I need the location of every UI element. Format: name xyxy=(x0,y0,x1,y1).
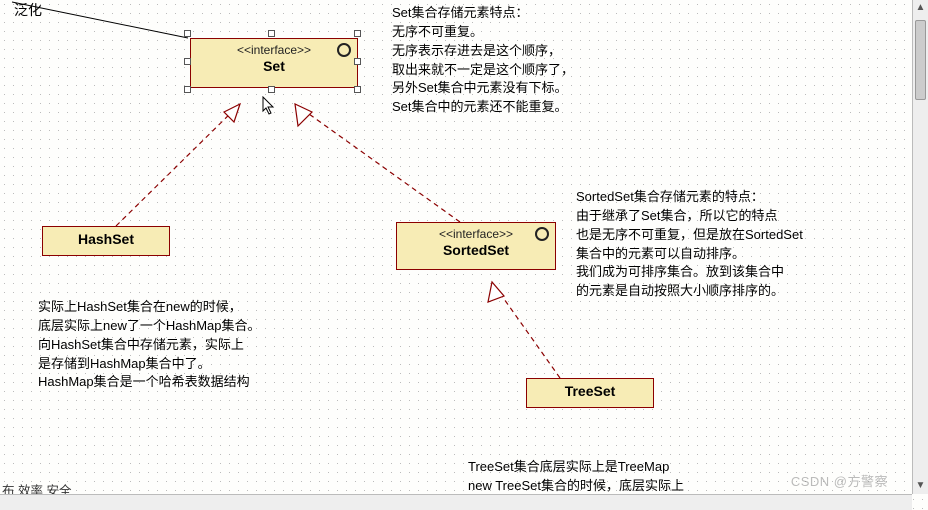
class-hashset[interactable]: HashSet xyxy=(42,226,170,256)
treeset-name: TreeSet xyxy=(533,383,647,401)
resize-handle-w[interactable] xyxy=(184,58,191,65)
scroll-up-arrow[interactable]: ▲ xyxy=(913,0,928,16)
resize-handle-e[interactable] xyxy=(354,58,361,65)
class-treeset[interactable]: TreeSet xyxy=(526,378,654,408)
interface-icon xyxy=(337,43,351,57)
resize-handle-n[interactable] xyxy=(268,30,275,37)
sortedset-name: SortedSet xyxy=(403,242,549,260)
scroll-down-arrow[interactable]: ▼ xyxy=(913,478,928,494)
resize-handle-ne[interactable] xyxy=(354,30,361,37)
set-stereotype: <<interface>> xyxy=(197,43,351,58)
resize-handle-sw[interactable] xyxy=(184,86,191,93)
interface-icon xyxy=(535,227,549,241)
treeset-note: TreeSet集合底层实际上是TreeMap new TreeSet集合的时候，… xyxy=(468,458,684,496)
scroll-thumb[interactable] xyxy=(915,20,926,100)
set-note: Set集合存储元素特点： 无序不可重复。 无序表示存进去是这个顺序， 取出来就不… xyxy=(392,4,574,117)
set-name: Set xyxy=(197,58,351,76)
resize-handle-s[interactable] xyxy=(268,86,275,93)
cursor-icon xyxy=(262,96,276,116)
resize-handle-nw[interactable] xyxy=(184,30,191,37)
diagram-canvas[interactable]: 泛化 <<interface>> Set Set集合存储元素特点： 无序不可重复… xyxy=(0,0,928,510)
sortedset-note: SortedSet集合存储元素的特点： 由于继承了Set集合，所以它的特点 也是… xyxy=(576,188,803,301)
hashset-note: 实际上HashSet集合在new的时候， 底层实际上new了一个HashMap集… xyxy=(38,298,261,392)
class-set[interactable]: <<interface>> Set xyxy=(190,38,358,88)
vertical-scrollbar[interactable]: ▲ ▼ xyxy=(912,0,928,494)
resize-handle-se[interactable] xyxy=(354,86,361,93)
class-sortedset[interactable]: <<interface>> SortedSet xyxy=(396,222,556,270)
sortedset-stereotype: <<interface>> xyxy=(403,227,549,242)
hashset-name: HashSet xyxy=(49,231,163,249)
watermark-text: CSDN @方警察 xyxy=(791,471,888,490)
generalization-label: 泛化 xyxy=(14,0,42,20)
horizontal-scrollbar[interactable] xyxy=(0,494,912,510)
